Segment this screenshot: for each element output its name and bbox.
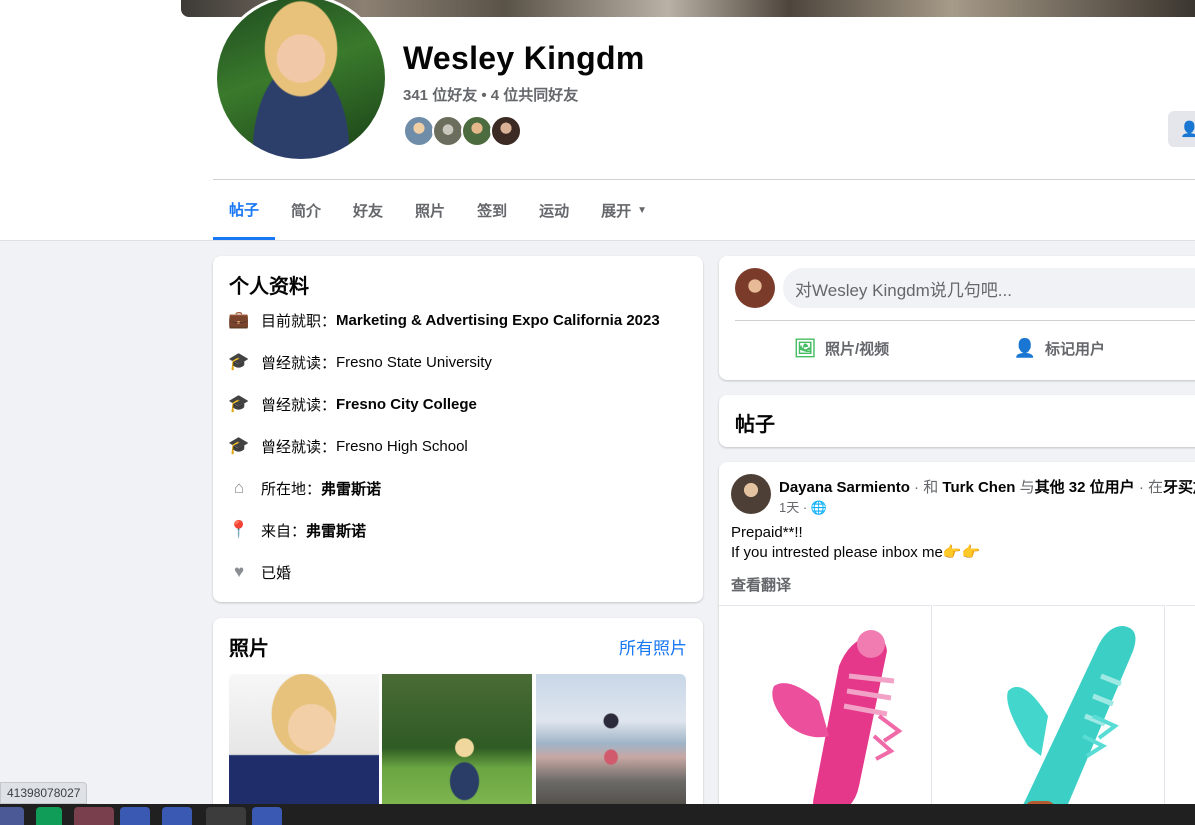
profile-name: Wesley Kingdm — [403, 40, 645, 76]
taskbar-app-icon[interactable] — [120, 807, 150, 825]
intro-link[interactable]: 弗雷斯诺 — [306, 520, 366, 541]
intro-title: 个人资料 — [229, 276, 309, 298]
location-pin-icon: 📍 — [228, 520, 250, 539]
intro-link[interactable]: 弗雷斯诺 — [321, 478, 381, 499]
post-meta: 1天 · 🌐 — [779, 497, 827, 516]
photo-thumbnail[interactable] — [229, 674, 379, 808]
post-card: Dayana Sarmiento · 和 Turk Chen 与其他 32 位用… — [719, 462, 1195, 825]
post-text: Prepaid**!! If you intrested please inbo… — [731, 524, 981, 561]
tab-posts[interactable]: 帖子 — [213, 181, 276, 240]
graduation-cap-icon: 🎓 — [228, 394, 250, 413]
intro-link[interactable]: Fresno State University — [336, 354, 492, 371]
intro-row-education: 🎓 曾经就读： Fresno High School — [228, 436, 468, 456]
tagged-user[interactable]: Turk Chen — [942, 479, 1015, 496]
post-image[interactable] — [933, 605, 1165, 825]
tab-checkins[interactable]: 签到 — [461, 181, 523, 239]
post-header-line: Dayana Sarmiento · 和 Turk Chen 与其他 32 位用… — [779, 476, 1195, 497]
intro-link[interactable]: Fresno High School — [336, 438, 468, 455]
post-timestamp[interactable]: 1天 · — [779, 500, 811, 515]
photos-card: 照片 所有照片 — [213, 618, 703, 825]
tab-photos[interactable]: 照片 — [399, 181, 461, 239]
intro-row-work: 💼 目前就职： Marketing & Advertising Expo Cal… — [228, 310, 660, 330]
composer-input[interactable]: 对Wesley Kingdm说几句吧... — [783, 268, 1195, 308]
post-image[interactable] — [1166, 605, 1195, 825]
friend-avatar[interactable] — [461, 115, 493, 147]
friend-status-button[interactable]: 👤 — [1168, 111, 1195, 147]
photo-icon: 🖼 — [793, 337, 817, 358]
intro-link[interactable]: Fresno City College — [336, 396, 477, 413]
tab-friends[interactable]: 好友 — [337, 181, 399, 239]
composer-divider — [735, 320, 1195, 321]
photo-thumbnail[interactable] — [382, 674, 532, 808]
friend-avatar[interactable] — [403, 115, 435, 147]
intro-row-from: 📍 来自： 弗雷斯诺 — [228, 520, 367, 541]
viewer-avatar[interactable] — [735, 268, 775, 308]
intro-row-education: 🎓 曾经就读： Fresno City College — [228, 394, 477, 414]
tag-person-icon: 👤 — [1013, 337, 1037, 358]
home-icon: ⌂ — [233, 478, 245, 497]
taskbar-app-icon[interactable] — [74, 807, 114, 825]
taskbar-app-icon[interactable] — [162, 807, 192, 825]
posts-title: 帖子 — [735, 414, 775, 436]
post-author[interactable]: Dayana Sarmiento — [779, 479, 910, 496]
posts-header: 帖子 — [719, 395, 1195, 447]
all-photos-link[interactable]: 所有照片 — [619, 634, 687, 659]
caret-down-icon: ▼ — [637, 204, 648, 216]
intro-link[interactable]: Marketing & Advertising Expo California … — [336, 312, 660, 329]
person-check-icon: 👤 — [1180, 121, 1195, 138]
heart-icon: ♥ — [233, 562, 245, 581]
profile-header: Wesley Kingdm 341 位好友 • 4 位共同好友 👤 帖子 简介 … — [0, 0, 1195, 241]
taskbar-app-icon[interactable] — [0, 807, 24, 825]
status-bar-url: 41398078027 — [0, 782, 88, 804]
globe-icon: 🌐 — [810, 500, 827, 515]
intro-row-lives-in: ⌂ 所在地： 弗雷斯诺 — [229, 476, 381, 500]
tag-people-button[interactable]: 👤 标记用户 — [1013, 336, 1105, 360]
post-composer: 对Wesley Kingdm说几句吧... 🖼 照片/视频 👤 标记用户 — [719, 256, 1195, 380]
profile-avatar[interactable] — [217, 0, 385, 159]
post-location[interactable]: 牙买加 — [1163, 479, 1195, 496]
taskbar — [0, 804, 1195, 825]
graduation-cap-icon: 🎓 — [228, 352, 250, 371]
photo-video-button[interactable]: 🖼 照片/视频 — [793, 336, 890, 360]
tagged-others[interactable]: 其他 32 位用户 — [1035, 479, 1135, 496]
tab-more[interactable]: 展开 ▼ — [585, 181, 663, 239]
taskbar-app-icon[interactable] — [206, 807, 246, 825]
taskbar-app-icon[interactable] — [252, 807, 282, 825]
post-author-avatar[interactable] — [731, 474, 771, 514]
graduation-cap-icon: 🎓 — [228, 436, 250, 455]
tab-sports[interactable]: 运动 — [523, 181, 585, 239]
product-image-teal — [1007, 626, 1136, 825]
header-divider — [213, 179, 1195, 180]
briefcase-icon: 💼 — [228, 310, 250, 329]
photos-title: 照片 — [229, 638, 269, 660]
see-translation-link[interactable]: 查看翻译 — [731, 574, 791, 595]
post-image[interactable] — [719, 605, 932, 825]
intro-row-education: 🎓 曾经就读： Fresno State University — [228, 352, 492, 372]
photo-thumbnail[interactable] — [536, 674, 686, 808]
profile-tabs: 帖子 简介 好友 照片 签到 运动 展开 ▼ — [213, 181, 663, 241]
intro-row-relationship: ♥ 已婚 — [229, 560, 291, 584]
tab-about[interactable]: 简介 — [275, 181, 337, 239]
taskbar-app-icon[interactable] — [36, 807, 62, 825]
product-image-pink — [772, 630, 903, 817]
friend-avatar[interactable] — [490, 115, 522, 147]
friend-avatar[interactable] — [432, 115, 464, 147]
friend-count[interactable]: 341 位好友 • 4 位共同好友 — [403, 84, 578, 105]
intro-card: 个人资料 💼 目前就职： Marketing & Advertising Exp… — [213, 256, 703, 602]
